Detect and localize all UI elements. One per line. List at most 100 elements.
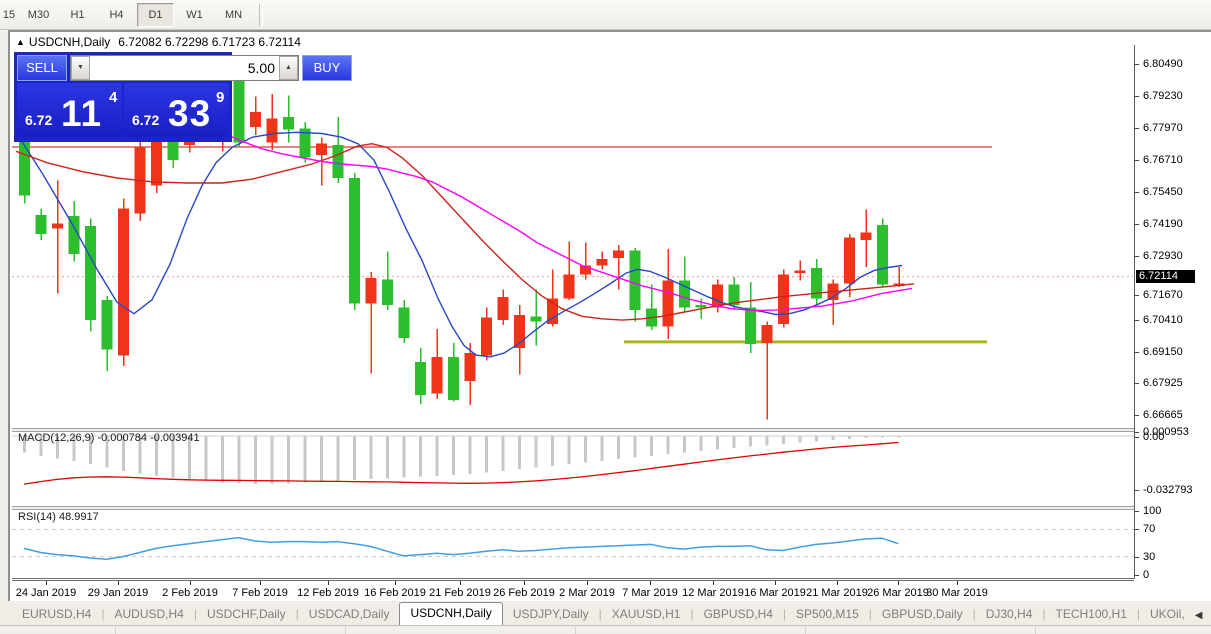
candle-body — [102, 300, 113, 349]
candle-body — [465, 353, 476, 381]
candle-body — [36, 215, 47, 234]
rsi-pane-bottom-border — [12, 578, 1134, 579]
macd-histogram-bar — [650, 436, 653, 456]
macd-histogram-bar — [898, 436, 901, 437]
macd-axis-zero-label: 0.00 — [1143, 431, 1164, 443]
ask-price-point: 9 — [216, 89, 224, 106]
date-axis-tick — [395, 581, 396, 585]
macd-histogram-bar — [386, 436, 389, 478]
macd-histogram-bar — [683, 436, 686, 453]
candle-body — [613, 250, 624, 258]
price-axis-label: 6.80490 — [1143, 58, 1183, 70]
candle-body — [663, 281, 674, 327]
candle-body — [844, 238, 855, 284]
one-click-trading-panel: SELL ▼ ▲ BUY 6.72 11 4 6.72 33 9 — [14, 52, 232, 142]
chart-tabs: EURUSD,H4|AUDUSD,H4|USDCHF,Daily|USDCAD,… — [12, 601, 1195, 625]
candle-body — [283, 117, 294, 130]
price-axis-label: 6.67925 — [1143, 377, 1183, 389]
sell-button[interactable]: SELL — [17, 55, 67, 81]
rsi-axis-70-label-tick — [1135, 529, 1139, 530]
candle-body — [52, 224, 63, 229]
ask-quote-box[interactable]: 6.72 33 9 — [124, 83, 229, 137]
macd-histogram-bar — [667, 436, 670, 454]
candle-body — [118, 208, 129, 355]
timeframe-button-m30[interactable]: M30 — [20, 3, 57, 27]
candle-body — [531, 316, 542, 321]
macd-histogram-bar — [815, 436, 818, 441]
price-axis-label: 6.72930 — [1143, 250, 1183, 262]
chart-tab-sp500-m15[interactable]: SP500,M15 — [786, 604, 869, 625]
price-axis-label-tick — [1135, 96, 1139, 97]
ask-price-prefix: 6.72 — [132, 112, 159, 128]
macd-histogram-bar — [320, 436, 323, 482]
price-axis[interactable]: 6.804906.792306.779706.767106.754506.741… — [1134, 45, 1211, 579]
macd-histogram-bar — [436, 436, 439, 476]
price-axis-label-tick — [1135, 128, 1139, 129]
price-axis-label: 6.76710 — [1143, 154, 1183, 166]
chart-tab-audusd-h4[interactable]: AUDUSD,H4 — [104, 604, 193, 625]
timeframe-button-h4[interactable]: H4 — [98, 3, 135, 27]
bid-quote-box[interactable]: 6.72 11 4 — [17, 83, 122, 137]
timeframe-button-d1[interactable]: D1 — [137, 3, 174, 27]
price-axis-label: 6.74190 — [1143, 218, 1183, 230]
date-axis-tick — [957, 581, 958, 585]
macd-axis-min-label-tick — [1135, 490, 1139, 491]
toolbar-separator — [259, 4, 263, 26]
chart-tab-dj30-h4[interactable]: DJ30,H4 — [976, 604, 1043, 625]
chart-tab-gbpusd-daily[interactable]: GBPUSD,Daily — [872, 604, 973, 625]
macd-histogram-bar — [716, 436, 719, 449]
price-axis-label-tick — [1135, 224, 1139, 225]
rsi-line — [24, 538, 899, 560]
candle-body — [432, 357, 443, 394]
candle-body — [696, 305, 707, 308]
timeframe-button-w1[interactable]: W1 — [176, 3, 213, 27]
status-strip-separator — [805, 627, 806, 634]
chart-tab-ukoil[interactable]: UKOil, — [1140, 604, 1195, 625]
price-axis-label-tick — [1135, 64, 1139, 65]
macd-histogram-bar — [370, 436, 373, 479]
price-axis-label-tick — [1135, 320, 1139, 321]
volume-input[interactable] — [90, 56, 279, 80]
macd-histogram-bar — [485, 436, 488, 472]
chart-tab-tech100-h1[interactable]: TECH100,H1 — [1046, 604, 1137, 625]
macd-histogram-bar — [452, 436, 455, 475]
macd-histogram-bar — [287, 436, 290, 483]
volume-spinner: ▼ ▲ — [70, 55, 299, 81]
chart-tab-usdcad-daily[interactable]: USDCAD,Daily — [299, 604, 400, 625]
buy-button[interactable]: BUY — [302, 55, 352, 81]
pane-separator-2-edge — [12, 509, 1134, 510]
macd-axis-min-label: -0.032793 — [1143, 484, 1193, 496]
candle-body — [795, 271, 806, 274]
volume-increase-arrow-icon[interactable]: ▲ — [279, 56, 298, 80]
candle-body — [366, 278, 377, 303]
timeframe-button-mn[interactable]: MN — [215, 3, 252, 27]
timeframe-button-h1[interactable]: H1 — [59, 3, 96, 27]
chart-tab-usdjpy-daily[interactable]: USDJPY,Daily — [503, 604, 599, 625]
status-strip — [0, 625, 1211, 634]
macd-histogram-bar — [551, 436, 554, 466]
macd-histogram-bar — [782, 436, 785, 444]
chart-tab-usdchf-daily[interactable]: USDCHF,Daily — [197, 604, 296, 625]
macd-histogram-bar — [848, 436, 851, 439]
candle-body — [481, 318, 492, 356]
tab-scroll-left-icon[interactable]: ◀ — [1195, 610, 1203, 621]
rsi-axis-0-label: 0 — [1143, 569, 1149, 581]
candle-body — [564, 274, 575, 298]
price-axis-label: 6.77970 — [1143, 122, 1183, 134]
mt4-window: 15M30H1H4D1W1MN ▲USDCNH,Daily6.72082 6.7… — [0, 0, 1211, 634]
status-strip-separator — [345, 627, 346, 634]
date-axis-tick — [524, 581, 525, 585]
chart-tab-eurusd-h4[interactable]: EURUSD,H4 — [12, 604, 101, 625]
chart-title: ▲USDCNH,Daily6.72082 6.72298 6.71723 6.7… — [16, 35, 301, 49]
macd-histogram-bar — [584, 436, 587, 463]
timeframe-button-15[interactable]: 15 — [0, 3, 18, 27]
chart-tab-usdcnh-daily[interactable]: USDCNH,Daily — [399, 602, 502, 626]
chart-tab-gbpusd-h4[interactable]: GBPUSD,H4 — [694, 604, 783, 625]
price-axis-label: 6.71670 — [1143, 289, 1183, 301]
candle-body — [448, 357, 459, 400]
date-axis-tick — [775, 581, 776, 585]
candle-body — [712, 285, 723, 308]
date-axis[interactable]: 24 Jan 201929 Jan 20192 Feb 20197 Feb 20… — [12, 580, 1134, 603]
volume-dropdown-arrow-icon[interactable]: ▼ — [71, 56, 90, 80]
chart-tab-xauusd-h1[interactable]: XAUUSD,H1 — [602, 604, 691, 625]
